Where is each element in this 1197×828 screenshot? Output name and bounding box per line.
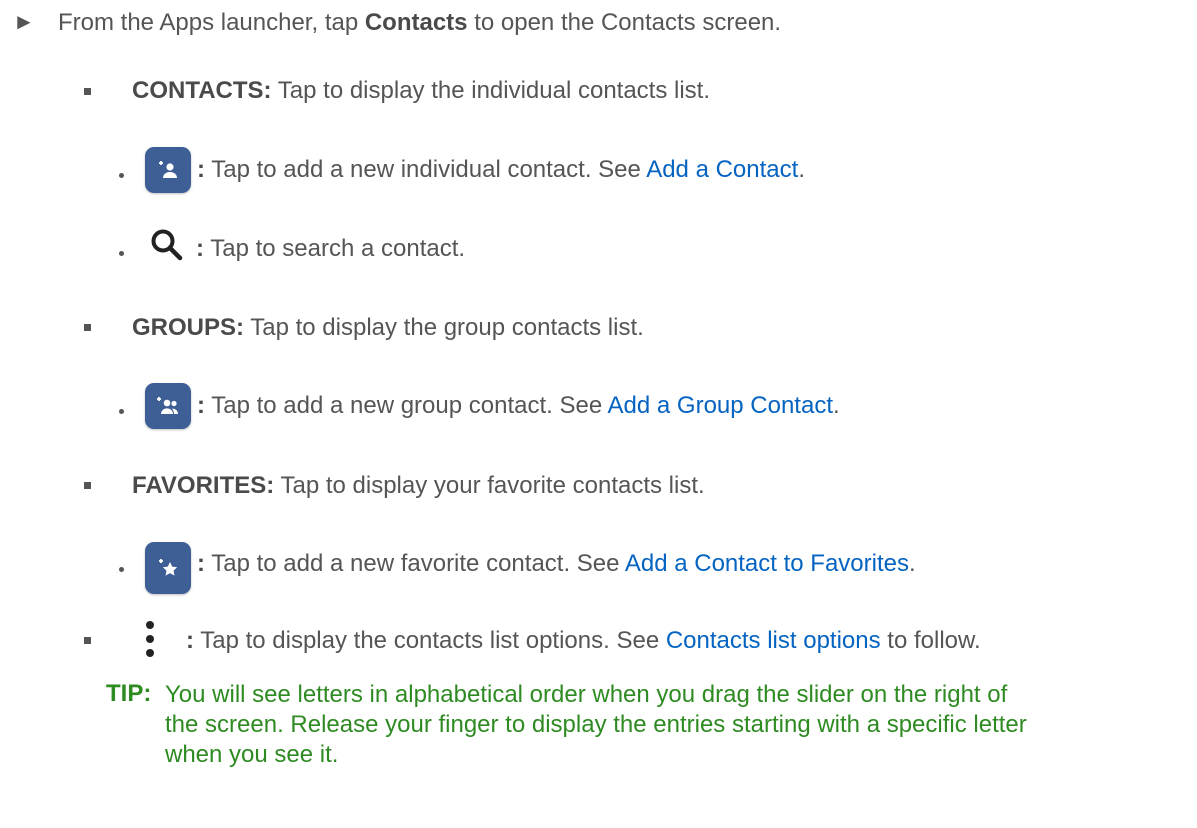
intro-prefix: From the Apps launcher, tap [58, 9, 365, 36]
add-favorite-colon: : [197, 550, 205, 577]
options-end: to follow. [880, 627, 981, 654]
add-group-colon: : [197, 392, 205, 419]
add-favorite-link[interactable]: Add a Contact to Favorites [625, 550, 909, 577]
dot-bullet-icon [119, 251, 124, 256]
search-colon: : [196, 235, 204, 262]
contacts-item: CONTACTS: Tap to display the individual … [132, 76, 710, 106]
options-colon: : [186, 627, 194, 654]
add-favorite-line: : Tap to add a new favorite contact. See… [197, 549, 916, 579]
options-text: Tap to display the contacts list options… [194, 627, 666, 654]
contacts-text: Tap to display the individual contacts l… [271, 77, 711, 104]
add-person-icon[interactable] [145, 147, 191, 193]
tip-line-3: when you see it. [165, 741, 339, 768]
dot-bullet-icon [119, 409, 124, 414]
tip-line-1: You will see letters in alphabetical ord… [165, 681, 1008, 708]
tip-body: You will see letters in alphabetical ord… [165, 680, 1175, 770]
add-contact-end: . [798, 156, 805, 183]
tip-label: TIP: [106, 680, 152, 707]
favorites-text: Tap to display your favorite contacts li… [274, 472, 705, 499]
add-group-end: . [832, 392, 840, 419]
intro-suffix: to open the Contacts screen. [467, 9, 782, 36]
contacts-label: CONTACTS: [132, 77, 272, 104]
add-contact-link[interactable]: Add a Contact [646, 156, 798, 183]
square-bullet-icon [84, 482, 91, 489]
add-contact-text: Tap to add a new individual contact. See [205, 156, 647, 183]
add-contact-line: : Tap to add a new individual contact. S… [197, 155, 805, 185]
options-line: : Tap to display the contacts list optio… [186, 626, 981, 656]
square-bullet-icon [84, 88, 91, 95]
search-line: : Tap to search a contact. [196, 234, 465, 264]
groups-label: GROUPS: [132, 314, 245, 341]
search-text: Tap to search a contact. [204, 235, 466, 262]
tip-line-2: the screen. Release your finger to displ… [165, 711, 1027, 738]
groups-item: GROUPS: Tap to display the group contact… [132, 313, 644, 343]
add-group-link[interactable]: Add a Group Contact [608, 392, 833, 419]
add-favorite-text: Tap to add a new favorite contact. See [205, 550, 625, 577]
add-group-icon[interactable] [145, 383, 191, 429]
arrow-bullet-icon: ► [13, 9, 35, 34]
square-bullet-icon [84, 637, 91, 644]
add-group-line: : Tap to add a new group contact. See Ad… [197, 391, 840, 421]
dot-bullet-icon [119, 567, 124, 572]
search-icon[interactable] [150, 228, 184, 269]
intro-line: From the Apps launcher, tap Contacts to … [58, 8, 781, 38]
add-contact-colon: : [197, 156, 205, 183]
intro-bold: Contacts [364, 9, 468, 36]
favorites-label: FAVORITES: [132, 472, 275, 499]
options-link[interactable]: Contacts list options [666, 627, 881, 654]
add-favorite-end: . [909, 550, 916, 577]
square-bullet-icon [84, 324, 91, 331]
add-star-icon[interactable] [145, 542, 191, 594]
groups-text: Tap to display the group contacts list. [244, 314, 644, 341]
dot-bullet-icon [119, 173, 124, 178]
favorites-item: FAVORITES: Tap to display your favorite … [132, 471, 705, 501]
more-vertical-icon[interactable] [144, 620, 156, 665]
add-group-text: Tap to add a new group contact. See [205, 392, 608, 419]
